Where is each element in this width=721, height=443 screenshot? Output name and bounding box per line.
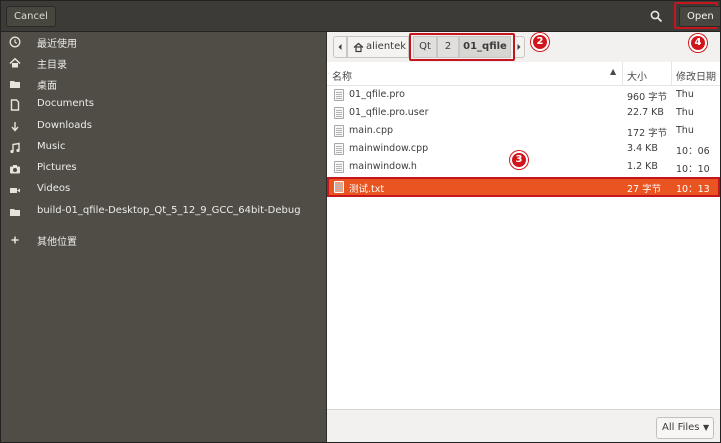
open-button[interactable]: Open	[679, 6, 720, 27]
camera-icon	[8, 162, 22, 176]
file-modified: Thu	[676, 89, 694, 100]
text-file-icon	[334, 107, 344, 119]
chevron-right-icon	[517, 44, 521, 50]
column-modified-header[interactable]: 修改日期	[676, 68, 716, 83]
sidebar-item-documents[interactable]: Documents	[1, 95, 327, 116]
sidebar-item-home[interactable]: 主目录	[1, 53, 327, 74]
file-content-pane: alientek Qt 2 01_qfile 名称 ▲ 大小 修改日期 01_q…	[327, 32, 720, 442]
folder-icon	[8, 77, 22, 91]
path-highlight-box	[409, 33, 515, 61]
sidebar-item-build-folder[interactable]: build-01_qfile-Desktop_Qt_5_12_9_GCC_64b…	[1, 202, 327, 223]
folder-icon	[8, 205, 22, 219]
file-name: 01_qfile.pro.user	[349, 107, 429, 118]
sidebar-item-label: 最近使用	[37, 39, 77, 50]
sidebar-item-videos[interactable]: Videos	[1, 180, 327, 201]
sidebar-item-label: 其他位置	[37, 237, 77, 248]
chevron-left-icon	[338, 44, 342, 50]
cancel-button[interactable]: Cancel	[6, 6, 56, 27]
sidebar-item-label: Documents	[37, 98, 95, 109]
sidebar-item-music[interactable]: Music	[1, 138, 327, 159]
text-file-icon	[334, 89, 344, 101]
file-name: main.cpp	[349, 125, 394, 136]
sidebar-item-label: Videos	[37, 183, 71, 194]
path-home-label: alientek	[366, 41, 407, 52]
file-row[interactable]: main.cpp 172 字节 Thu	[327, 122, 720, 140]
sidebar-item-pictures[interactable]: Pictures	[1, 159, 327, 180]
path-bar: alientek Qt 2 01_qfile	[327, 32, 720, 62]
file-chooser-dialog: Cancel Open 最近使用 主目录 桌面 Documents Downlo…	[0, 0, 721, 443]
file-size: 3.4 KB	[627, 143, 658, 154]
search-button[interactable]	[646, 6, 667, 27]
sidebar-item-label: Downloads	[37, 120, 92, 131]
annotation-badge-3: 3	[510, 151, 528, 169]
home-icon	[8, 56, 22, 70]
file-filter-dropdown[interactable]: All Files ▼	[656, 417, 714, 439]
annotation-badge-4: 4	[689, 34, 707, 52]
file-size: 960 字节	[627, 92, 668, 103]
sidebar-item-desktop[interactable]: 桌面	[1, 74, 327, 95]
sidebar-item-label: Pictures	[37, 162, 77, 173]
places-sidebar: 最近使用 主目录 桌面 Documents Downloads Music Pi…	[1, 32, 327, 442]
recent-icon	[8, 35, 22, 49]
header-file-icon	[334, 161, 344, 173]
sidebar-item-downloads[interactable]: Downloads	[1, 117, 327, 138]
source-file-icon	[334, 125, 344, 137]
column-header: 名称 ▲ 大小 修改日期	[327, 62, 720, 86]
sidebar-item-recent[interactable]: 最近使用	[1, 32, 327, 53]
selection-highlight-box	[327, 177, 720, 197]
column-name-header[interactable]: 名称	[332, 68, 352, 83]
column-size-header[interactable]: 大小	[627, 68, 647, 83]
header-bar: Cancel Open	[1, 1, 720, 32]
path-home-button[interactable]: alientek	[347, 36, 409, 58]
annotation-badge-2: 2	[531, 33, 549, 51]
file-name: 01_qfile.pro	[349, 89, 405, 100]
search-icon	[650, 10, 663, 23]
file-size: 172 字节	[627, 128, 668, 139]
file-size: 22.7 KB	[627, 107, 664, 118]
sidebar-item-label: 桌面	[37, 81, 57, 92]
file-modified: Thu	[676, 107, 694, 118]
sort-ascending-icon: ▲	[610, 67, 617, 76]
sidebar-item-label: 主目录	[37, 60, 67, 71]
music-icon	[8, 141, 22, 155]
file-name: mainwindow.cpp	[349, 143, 429, 154]
home-icon	[353, 42, 364, 53]
file-filter-label: All Files	[662, 422, 700, 433]
column-divider	[622, 62, 623, 86]
file-modified: Thu	[676, 125, 694, 136]
file-size: 1.2 KB	[627, 161, 658, 172]
file-row[interactable]: 01_qfile.pro.user 22.7 KB Thu	[327, 104, 720, 122]
file-name: mainwindow.h	[349, 161, 417, 172]
sidebar-item-other-locations[interactable]: 其他位置	[1, 230, 327, 251]
sidebar-item-label: Music	[37, 141, 66, 152]
chevron-down-icon: ▼	[703, 423, 710, 432]
path-scroll-left-button[interactable]	[333, 36, 347, 58]
video-icon	[8, 183, 22, 197]
file-modified: 10：10	[676, 164, 710, 175]
file-row[interactable]: 01_qfile.pro 960 字节 Thu	[327, 86, 720, 104]
source-file-icon	[334, 143, 344, 155]
column-divider	[671, 62, 672, 86]
download-icon	[8, 120, 22, 134]
sidebar-item-label: build-01_qfile-Desktop_Qt_5_12_9_GCC_64b…	[37, 205, 301, 216]
file-modified: 10：06	[676, 146, 710, 157]
document-icon	[8, 98, 22, 112]
footer-bar: All Files ▼	[327, 409, 720, 442]
plus-icon	[8, 233, 22, 247]
